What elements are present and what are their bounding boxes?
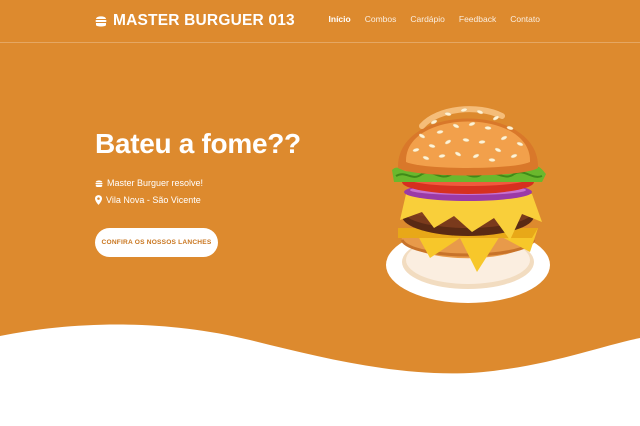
- tagline-row: Master Burguer resolve!: [95, 178, 203, 188]
- burger-icon: [95, 180, 103, 187]
- nav-link-contato[interactable]: Contato: [510, 14, 540, 24]
- location-text: Vila Nova - São Vicente: [106, 195, 201, 205]
- burger-illustration: [386, 106, 550, 303]
- hero-title: Bateu a fome??: [95, 128, 301, 159]
- nav-link-combos[interactable]: Combos: [365, 14, 397, 24]
- nav-link-inicio[interactable]: Início: [329, 14, 351, 24]
- tagline-text: Master Burguer resolve!: [107, 178, 204, 188]
- burger-icon: [95, 16, 107, 27]
- navbar: MASTER BURGUER 013 Início Combos Cardápi…: [0, 0, 640, 43]
- brand-logo[interactable]: MASTER BURGUER 013: [95, 12, 295, 30]
- brand-name: MASTER BURGUER 013: [113, 12, 295, 29]
- nav-link-cardapio[interactable]: Cardápio: [410, 14, 445, 24]
- cta-button[interactable]: CONFIRA OS NOSSOS LANCHES: [95, 228, 218, 257]
- nav-menu: Início Combos Cardápio Feedback Contato: [329, 14, 540, 24]
- map-pin-icon: [95, 195, 102, 205]
- location-row: Vila Nova - São Vicente: [95, 195, 201, 205]
- nav-link-feedback[interactable]: Feedback: [459, 14, 496, 24]
